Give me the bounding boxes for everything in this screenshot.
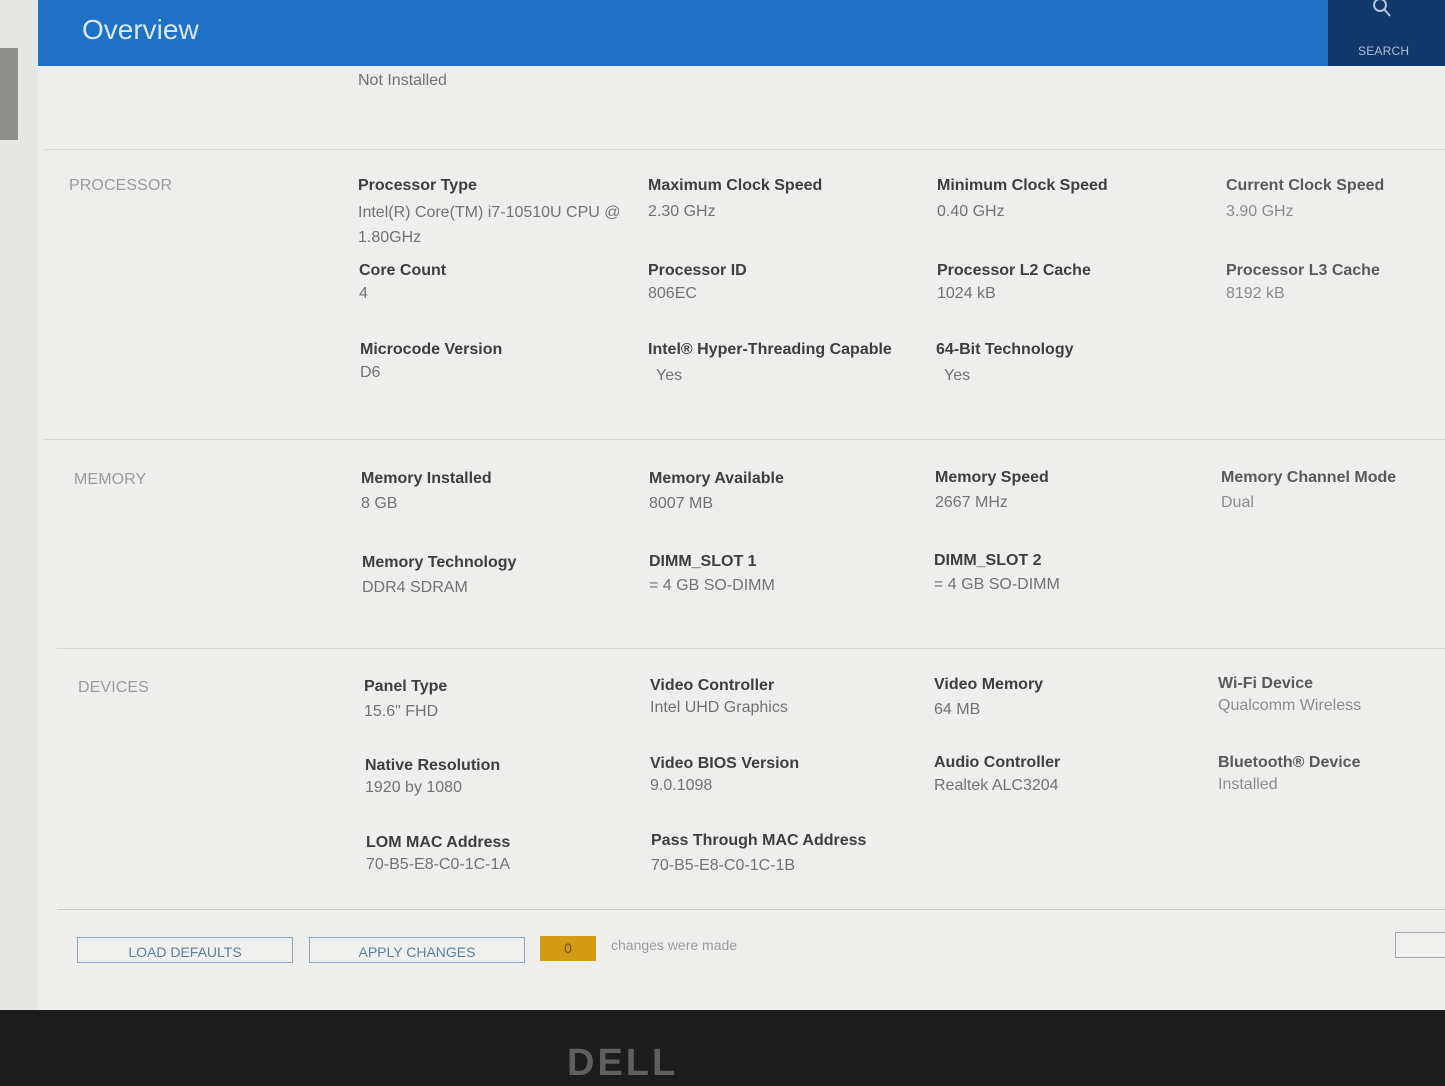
search-icon <box>1373 0 1391 17</box>
native-resolution-label: Native Resolution <box>365 757 501 774</box>
apply-changes-button[interactable]: APPLY CHANGES <box>309 937 525 963</box>
memory-installed-value: 8 GB <box>361 495 398 512</box>
processor-type-value: Intel(R) Core(TM) i7-10510U CPU @ 1.80GH… <box>358 204 621 246</box>
processor-id-label: Processor ID <box>648 262 747 279</box>
native-resolution-value: 1920 by 1080 <box>365 779 462 796</box>
processor-l3-cache-label: Processor L3 Cache <box>1226 262 1380 279</box>
search-label: SEARCH <box>1358 44 1410 58</box>
video-bios-version-label: Video BIOS Version <box>650 755 800 772</box>
processor-id-value: 806EC <box>648 285 697 302</box>
memory-technology-value: DDR4 SDRAM <box>362 579 468 596</box>
memory-channel-mode-value: Dual <box>1221 494 1254 511</box>
processor-section-title: PROCESSOR <box>69 177 173 194</box>
left-navigation-rail <box>0 0 38 1010</box>
hyperthreading-capable-label: Intel® Hyper-Threading Capable <box>648 341 892 358</box>
previous-field-value: Not Installed <box>358 72 447 89</box>
processor-divider <box>45 149 1445 150</box>
memory-speed-value: 2667 MHz <box>935 494 1008 511</box>
memory-available-value: 8007 MB <box>649 495 714 512</box>
minimum-clock-speed-value: 0.40 GHz <box>937 203 1005 220</box>
core-count-value: 4 <box>359 285 368 302</box>
current-clock-speed-label: Current Clock Speed <box>1226 177 1385 194</box>
sixty-four-bit-technology-value: Yes <box>944 367 971 384</box>
video-memory-label: Video Memory <box>934 676 1044 693</box>
microcode-version-value: D6 <box>360 364 381 381</box>
video-bios-version-value: 9.0.1098 <box>650 777 713 794</box>
devices-divider <box>57 648 1445 649</box>
core-count-label: Core Count <box>359 262 447 279</box>
memory-divider <box>43 439 1445 440</box>
panel-type-value: 15.6" FHD <box>364 703 439 720</box>
scroll-handle[interactable] <box>0 48 18 140</box>
bluetooth-device-label: Bluetooth® Device <box>1218 754 1361 771</box>
current-clock-speed-value: 3.90 GHz <box>1226 203 1294 220</box>
video-controller-value: Intel UHD Graphics <box>650 699 788 716</box>
pass-through-mac-address-value: 70-B5-E8-C0-1C-1B <box>651 857 796 874</box>
memory-available-label: Memory Available <box>649 470 784 487</box>
memory-channel-mode-label: Memory Channel Mode <box>1221 469 1397 486</box>
maximum-clock-speed-value: 2.30 GHz <box>648 203 716 220</box>
memory-installed-label: Memory Installed <box>361 470 492 487</box>
devices-section-title: DEVICES <box>78 679 149 696</box>
processor-l3-cache-value: 8192 kB <box>1226 285 1285 302</box>
audio-controller-value: Realtek ALC3204 <box>934 777 1059 794</box>
panel-type-label: Panel Type <box>364 678 448 695</box>
bios-overview-screen: Overview SEARCH Not Installed PROCESSOR … <box>0 0 1445 1010</box>
pass-through-mac-address-label: Pass Through MAC Address <box>651 832 867 849</box>
memory-technology-label: Memory Technology <box>362 554 517 571</box>
memory-section-title: MEMORY <box>74 471 147 488</box>
maximum-clock-speed-label: Maximum Clock Speed <box>648 177 823 194</box>
lom-mac-address-label: LOM MAC Address <box>366 834 511 851</box>
wifi-device-value: Qualcomm Wireless <box>1218 697 1362 714</box>
dimm-slot-2-label: DIMM_SLOT 2 <box>934 552 1042 569</box>
dimm-slot-1-label: DIMM_SLOT 1 <box>649 553 757 570</box>
processor-l2-cache-value: 1024 kB <box>937 285 996 302</box>
changes-status-text: changes were made <box>611 937 738 953</box>
processor-type-label: Processor Type <box>358 177 477 194</box>
dell-logo: DELL <box>567 1042 679 1084</box>
sixty-four-bit-technology-label: 64-Bit Technology <box>936 341 1074 358</box>
video-memory-value: 64 MB <box>934 701 981 718</box>
overview-header: Overview <box>38 0 1328 66</box>
hyperthreading-capable-value: Yes <box>656 367 683 384</box>
wifi-device-label: Wi-Fi Device <box>1218 675 1313 692</box>
audio-controller-label: Audio Controller <box>934 754 1061 771</box>
dimm-slot-2-value: = 4 GB SO-DIMM <box>934 576 1060 593</box>
changes-count-badge: 0 <box>540 936 596 961</box>
page-title: Overview <box>82 14 199 45</box>
dimm-slot-1-value: = 4 GB SO-DIMM <box>649 577 775 594</box>
video-controller-label: Video Controller <box>650 677 775 694</box>
lom-mac-address-value: 70-B5-E8-C0-1C-1A <box>366 856 511 873</box>
partially-visible-footer-button[interactable] <box>1395 932 1445 958</box>
minimum-clock-speed-label: Minimum Clock Speed <box>937 177 1108 194</box>
load-defaults-button[interactable]: LOAD DEFAULTS <box>77 937 293 963</box>
microcode-version-label: Microcode Version <box>360 341 503 358</box>
processor-l2-cache-label: Processor L2 Cache <box>937 262 1091 279</box>
memory-speed-label: Memory Speed <box>935 469 1049 486</box>
bluetooth-device-value: Installed <box>1218 776 1278 793</box>
